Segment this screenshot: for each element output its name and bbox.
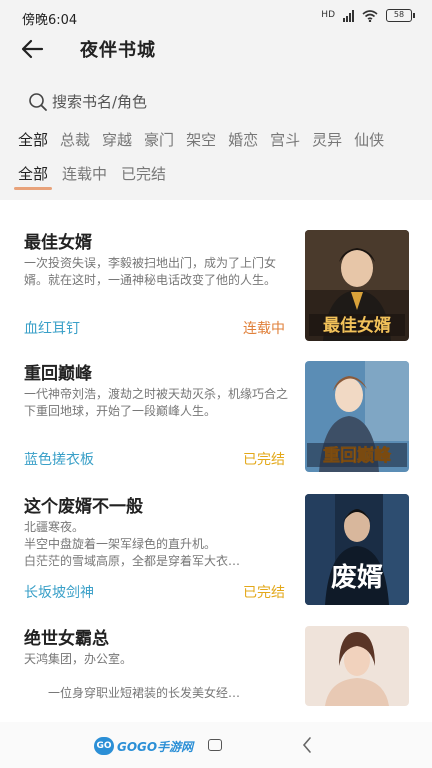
book-cover-title: 重回巅峰 bbox=[323, 445, 392, 466]
wifi-icon bbox=[362, 9, 378, 22]
book-description: 一次投资失误，李毅被扫地出门，成为了上门女婿。就在这时，一通神秘电话改变了他的人… bbox=[24, 256, 277, 287]
logo-badge: GO bbox=[94, 737, 114, 755]
tab-category-romance[interactable]: 婚恋 bbox=[228, 129, 258, 153]
book-cover[interactable] bbox=[305, 626, 409, 706]
book-cover[interactable]: 最佳女婿 bbox=[305, 230, 409, 341]
book-cover[interactable]: 重回巅峰 bbox=[305, 361, 409, 472]
tab-category-supernatural[interactable]: 灵异 bbox=[312, 129, 342, 153]
status-time: 傍晚6:04 bbox=[22, 13, 78, 28]
tab-category-time-travel[interactable]: 穿越 bbox=[102, 129, 132, 153]
page-title: 夜伴书城 bbox=[80, 40, 156, 61]
book-cover-image: 重回巅峰 bbox=[305, 361, 409, 472]
book-title: 重回巅峰 bbox=[24, 364, 92, 384]
category-tabs: 全部 总裁 穿越 豪门 架空 婚恋 宫斗 灵异 仙侠 bbox=[18, 129, 432, 153]
tab-status-ongoing[interactable]: 连载中 bbox=[62, 163, 107, 184]
back-arrow-icon[interactable] bbox=[20, 38, 44, 60]
book-item[interactable]: 绝世女霸总 天鸿集团，办公室。 一位身穿职业短裙装的长发美女经… bbox=[0, 596, 432, 711]
book-cover-image bbox=[305, 626, 409, 706]
tab-status-completed[interactable]: 已完结 bbox=[121, 163, 166, 184]
battery-icon: 58 bbox=[386, 9, 415, 22]
book-description: 天鸿集团，办公室。 一位身穿职业短裙装的长发美女经… bbox=[24, 652, 241, 700]
signal-label: HD bbox=[321, 9, 335, 20]
header: 夜伴书城 bbox=[0, 34, 432, 64]
tab-category-xianxia[interactable]: 仙侠 bbox=[354, 129, 384, 153]
status-bar: 傍晚6:04 HD 58 bbox=[0, 0, 432, 34]
search-icon bbox=[29, 93, 47, 111]
book-description: 一代神帝刘浩，渡劫之时被天劫灭杀，机缘巧合之下重回地球，开始了一段巅峰人生。 bbox=[24, 387, 289, 418]
book-title: 这个废婿不一般 bbox=[24, 497, 143, 517]
search-bar[interactable] bbox=[28, 90, 252, 114]
navigation-bar: GO GOGO手游网 bbox=[0, 722, 432, 768]
book-cover-image: 废婿 bbox=[305, 494, 409, 605]
tab-status-all[interactable]: 全部 bbox=[13, 163, 53, 190]
tab-category-ceo[interactable]: 总裁 bbox=[60, 129, 90, 153]
back-nav-icon[interactable] bbox=[300, 735, 314, 755]
book-description: 北疆寒夜。 半空中盘旋着一架军绿色的直升机。 白茫茫的雪域高原，全都是穿着军大衣… bbox=[24, 520, 241, 568]
book-item[interactable]: 最佳女婿 一次投资失误，李毅被扫地出门，成为了上门女婿。就在这时，一通神秘电话改… bbox=[0, 200, 432, 341]
book-cover-image: 最佳女婿 bbox=[305, 230, 409, 341]
tab-category-wealthy-family[interactable]: 豪门 bbox=[144, 129, 174, 153]
logo-text: GOGO手游网 bbox=[117, 739, 194, 754]
tab-category-all[interactable]: 全部 bbox=[18, 129, 48, 153]
book-title: 绝世女霸总 bbox=[24, 629, 109, 649]
tab-category-alternate-history[interactable]: 架空 bbox=[186, 129, 216, 153]
status-icons: HD 58 bbox=[321, 9, 415, 22]
status-tabs: 全部 连载中 已完结 bbox=[13, 163, 166, 190]
book-cover-title: 废婿 bbox=[331, 562, 383, 593]
book-cover[interactable]: 废婿 bbox=[305, 494, 409, 605]
book-title: 最佳女婿 bbox=[24, 233, 92, 253]
home-button[interactable] bbox=[208, 739, 222, 751]
signal-icon bbox=[343, 9, 354, 22]
book-item[interactable]: 这个废婿不一般 北疆寒夜。 半空中盘旋着一架军绿色的直升机。 白茫茫的雪域高原，… bbox=[0, 464, 432, 605]
search-input[interactable] bbox=[52, 93, 252, 111]
book-item[interactable]: 重回巅峰 一代神帝刘浩，渡劫之时被天劫灭杀，机缘巧合之下重回地球，开始了一段巅峰… bbox=[0, 331, 432, 472]
watermark-logo: GO GOGO手游网 bbox=[94, 736, 193, 756]
tab-category-palace[interactable]: 宫斗 bbox=[270, 129, 300, 153]
